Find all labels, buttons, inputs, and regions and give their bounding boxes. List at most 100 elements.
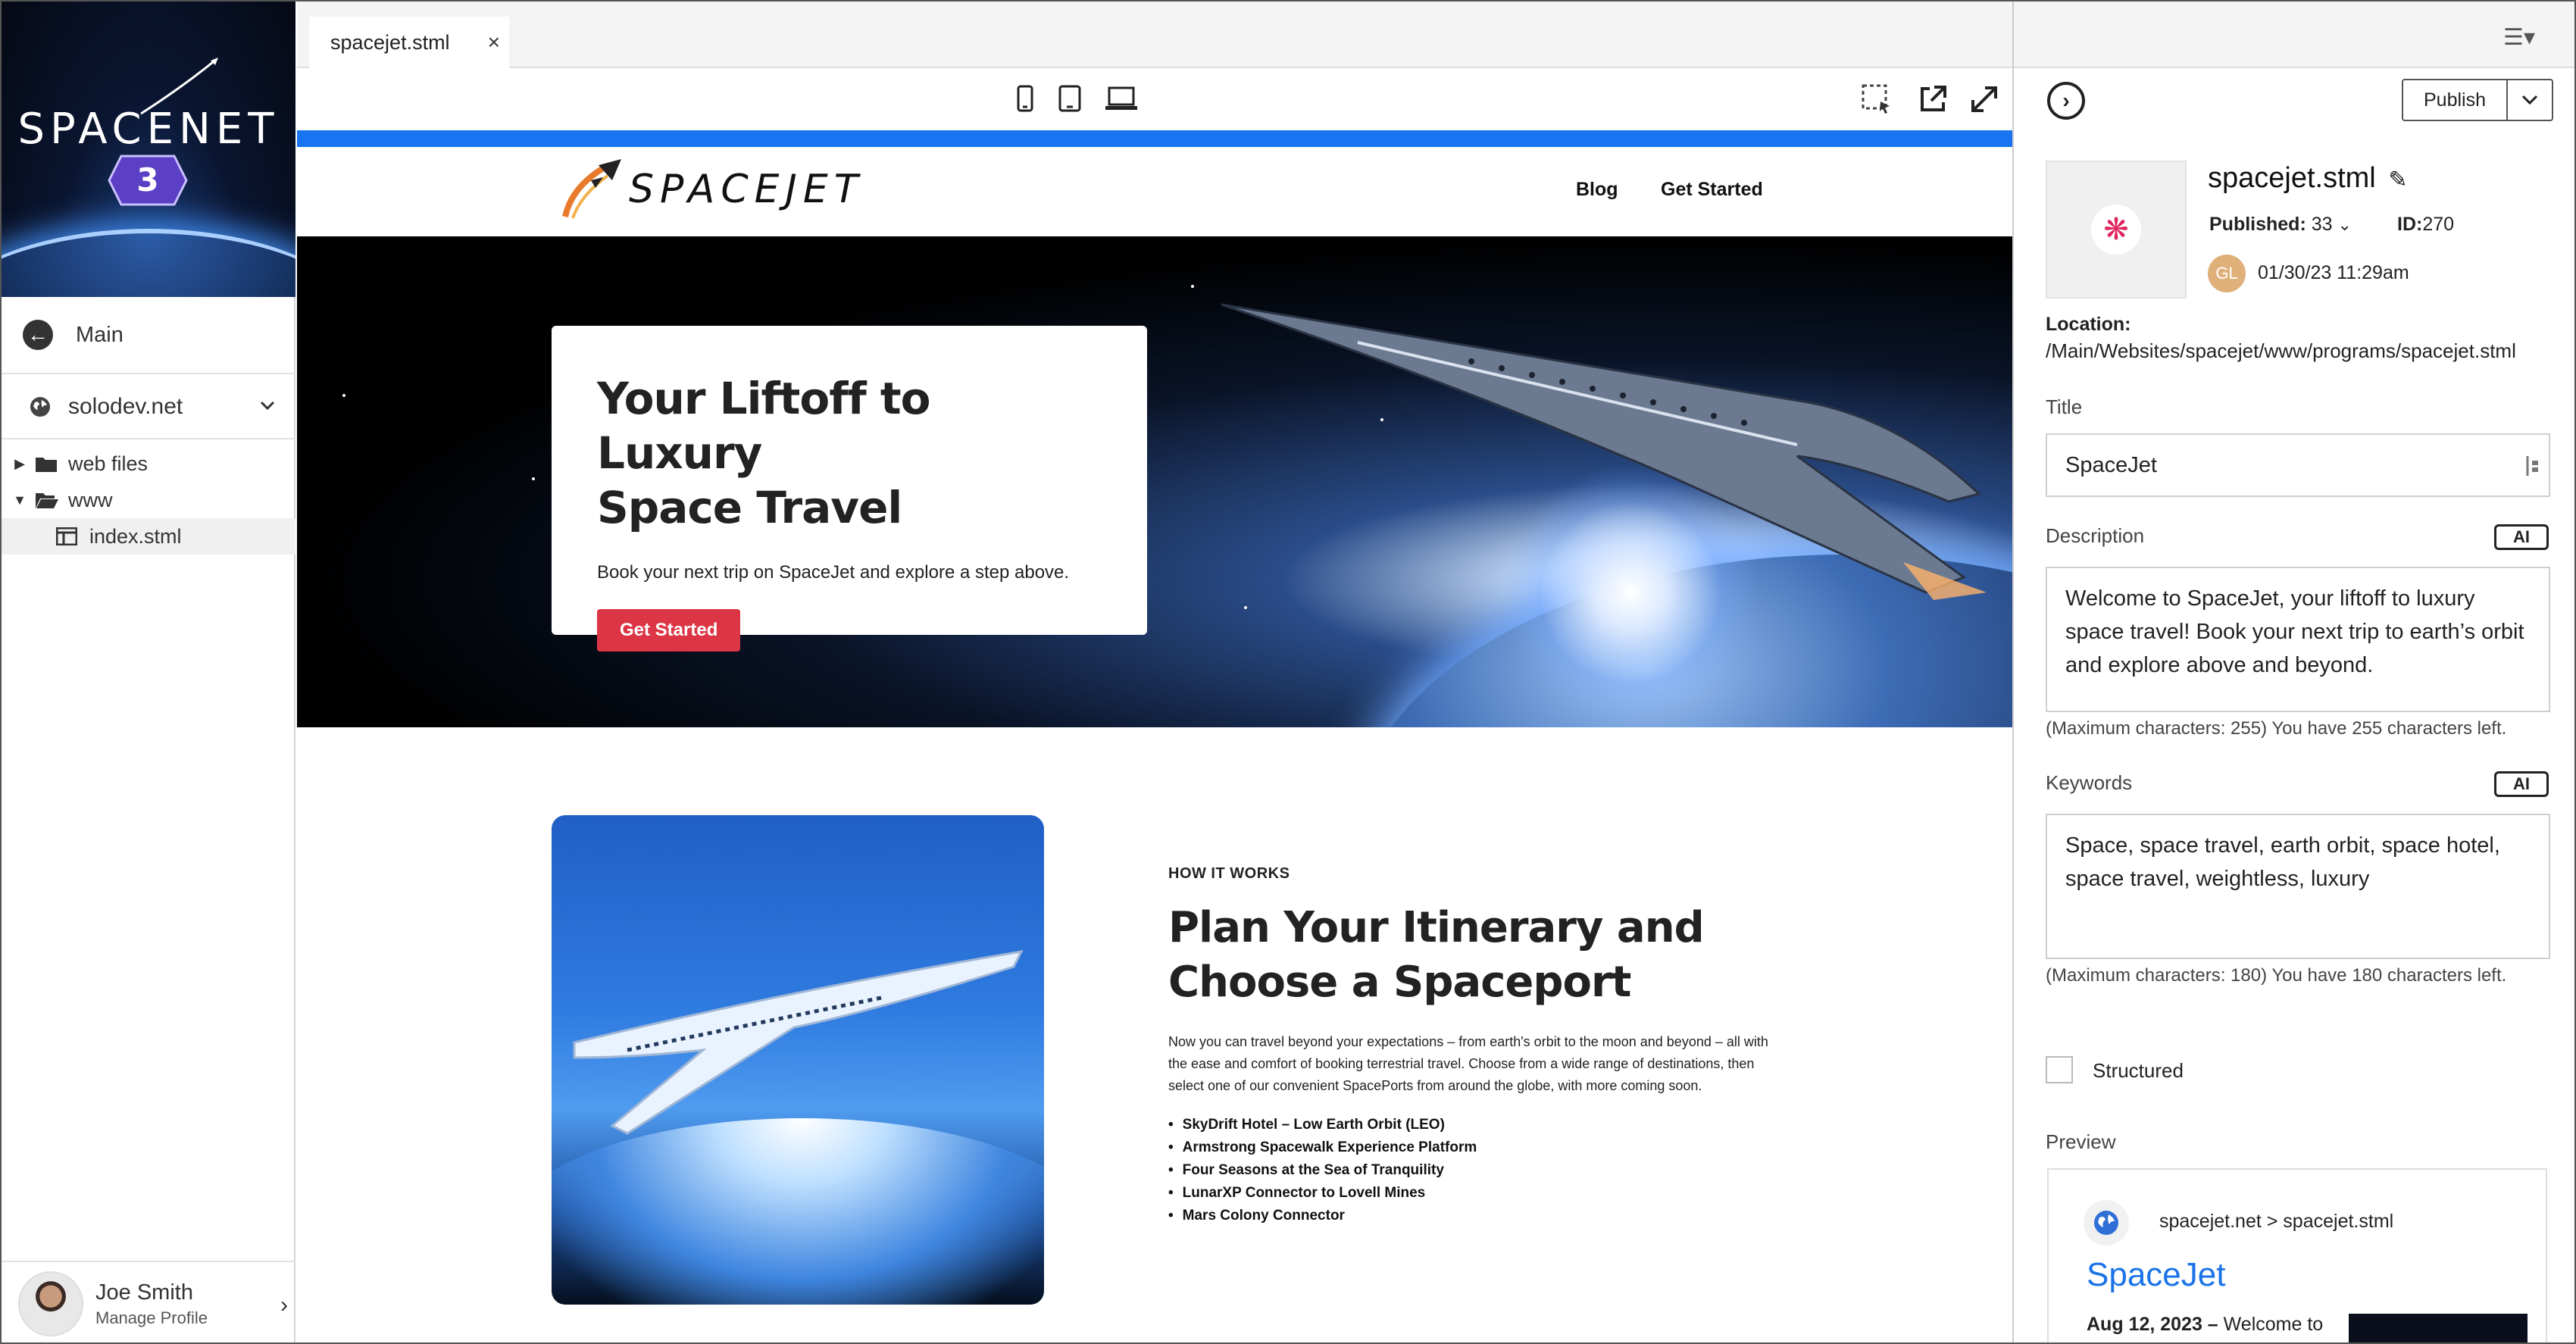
hero-get-started-button[interactable]: Get Started (597, 609, 741, 652)
structured-label: Structured (2093, 1059, 2184, 1082)
list-item: Mars Colony Connector (1168, 1205, 1790, 1227)
edit-pencil-icon[interactable]: ✎ (2388, 167, 2407, 192)
site-nav-get-started[interactable]: Get Started (1661, 179, 1763, 201)
hero-text: Book your next trip on SpaceJet and expl… (597, 562, 1070, 583)
tree-item-web-files[interactable]: ▶ web files (2, 445, 295, 482)
publish-split-button: Publish (2402, 79, 2553, 121)
site-selector-label: solodev.net (68, 394, 183, 419)
tree-item-label: www (68, 488, 113, 511)
caret-right-icon[interactable]: ▶ (11, 456, 29, 472)
manage-profile-link[interactable]: Manage Profile (95, 1308, 208, 1328)
preview-description: Aug 12, 2023 – Welcome to (2087, 1314, 2323, 1336)
app-window: SPACENET 3 ← Main solodev.net ▶ web file… (0, 0, 2576, 1344)
title-input-value: SpaceJet (2065, 453, 2157, 477)
nav-main-label: Main (76, 322, 123, 347)
preview-snippet: Welcome to (2218, 1314, 2324, 1335)
tree-item-www[interactable]: ▼ www (2, 482, 295, 518)
site-logo-text: SPACEJET (629, 167, 864, 212)
expand-icon (1971, 86, 1997, 112)
brand-badge-icon: 3 (108, 155, 188, 206)
nav-main-link[interactable]: ← Main (2, 297, 295, 374)
keywords-hint: (Maximum characters: 180) You have 180 c… (2046, 965, 2507, 986)
title-label: Title (2046, 395, 2083, 418)
site-nav-blog[interactable]: Blog (1576, 179, 1618, 201)
tablet-view-button[interactable] (1051, 82, 1089, 115)
left-sidebar: SPACENET 3 ← Main solodev.net ▶ web file… (2, 2, 295, 1342)
feature-title-line1: Plan Your Itinerary and (1168, 903, 1705, 952)
brand-banner: SPACENET 3 (2, 2, 295, 297)
profile-link[interactable]: Joe Smith Manage Profile › (2, 1261, 295, 1342)
chevron-down-icon (2521, 95, 2538, 105)
text-tool-icon (2526, 456, 2538, 476)
tree-item-label: web files (68, 452, 148, 475)
open-external-button[interactable] (1915, 82, 1950, 117)
feature-list: SkyDrift Hotel – Low Earth Orbit (LEO) A… (1168, 1114, 1790, 1227)
structured-checkbox[interactable] (2046, 1056, 2073, 1083)
external-link-icon (1921, 86, 1946, 111)
description-label: Description (2046, 524, 2145, 547)
feature-eyebrow: HOW IT WORKS (1168, 865, 1290, 882)
preview-title[interactable]: SpaceJet (2087, 1256, 2225, 1294)
tab-spacejet-stml[interactable]: spacejet.stml × (309, 17, 509, 68)
globe-icon (2084, 1200, 2129, 1246)
user-avatar: GL (2208, 255, 2246, 292)
brand-logo-text: SPACENET (17, 105, 280, 154)
tree-item-index-stml[interactable]: index.stml (2, 518, 295, 555)
list-item: LunarXP Connector to Lovell Mines (1168, 1182, 1790, 1205)
site-preview: SPACEJET Blog Get Started Your Liftoff t… (297, 147, 2012, 1342)
description-textarea[interactable]: Welcome to SpaceJet, your liftoff to lux… (2046, 567, 2550, 712)
mobile-view-button[interactable] (1006, 82, 1044, 115)
feature-section: HOW IT WORKS Plan Your Itinerary and Cho… (1168, 865, 1790, 1227)
publish-button[interactable]: Publish (2403, 80, 2508, 120)
tab-label: spacejet.stml (330, 30, 450, 54)
folder-icon (36, 458, 57, 472)
site-logo[interactable]: SPACEJET (558, 158, 864, 221)
planet-graphic (2, 229, 295, 297)
title-input[interactable]: SpaceJet (2046, 433, 2550, 497)
file-name-label: spacejet.stml (2208, 162, 2376, 194)
site-selector[interactable]: solodev.net (2, 376, 295, 439)
menu-dropdown-icon[interactable]: ☰▾ (2503, 24, 2535, 51)
select-region-button[interactable] (1859, 82, 1894, 117)
properties-panel: ☰▾ › Publish ❋ spacejet.stml ✎ Published… (2012, 2, 2574, 1342)
avatar (18, 1271, 83, 1336)
tree-item-label: index.stml (89, 524, 182, 548)
solodev-logo-icon: ❋ (2091, 205, 2141, 255)
globe-icon (30, 397, 50, 417)
feature-title-line2: Choose a Spaceport (1168, 958, 1631, 1007)
modified-date: 01/30/23 11:29am (2258, 262, 2409, 283)
desktop-view-button[interactable] (1102, 82, 1140, 115)
published-info[interactable]: Published: 33 ⌄ (2209, 214, 2352, 236)
editor-area: spacejet.stml × SPACEJET Blog Get Starte… (297, 2, 2012, 1342)
keywords-textarea[interactable]: Space, space travel, earth orbit, space … (2046, 814, 2550, 959)
feature-plane-image (552, 815, 1044, 1305)
page-layout-icon (56, 527, 77, 545)
laptop-icon (1105, 86, 1137, 110)
spacejet-plane-photo (573, 950, 1024, 1135)
publish-dropdown-button[interactable] (2508, 80, 2552, 120)
chevron-down-icon (260, 401, 275, 411)
profile-name: Joe Smith (95, 1280, 193, 1305)
hero-section: Your Liftoff to Luxury Space Travel Book… (297, 236, 2012, 727)
preview-date: Aug 12, 2023 – (2087, 1314, 2218, 1335)
id-value: 270 (2422, 214, 2455, 235)
back-arrow-icon: ← (23, 320, 53, 350)
collapse-panel-icon[interactable]: › (2047, 82, 2085, 120)
rocket-logo-icon (562, 159, 621, 219)
preview-label: Preview (2046, 1130, 2116, 1153)
ai-keywords-button[interactable]: AI (2494, 771, 2549, 797)
description-hint: (Maximum characters: 255) You have 255 c… (2046, 718, 2507, 739)
hero-card: Your Liftoff to Luxury Space Travel Book… (552, 326, 1147, 652)
feature-body: Now you can travel beyond your expectati… (1168, 1034, 1768, 1093)
id-label: ID: (2397, 214, 2423, 235)
location-path: /Main/Websites/spacejet/www/programs/spa… (2046, 339, 2516, 362)
search-preview-card: spacejet.net > spacejet.stml SpaceJet Au… (2047, 1168, 2547, 1342)
mobile-icon (1017, 85, 1033, 112)
list-item: SkyDrift Hotel – Low Earth Orbit (LEO) (1168, 1114, 1790, 1136)
file-name: spacejet.stml ✎ (2208, 162, 2407, 195)
caret-down-icon[interactable]: ▼ (11, 492, 29, 508)
close-tab-icon[interactable]: × (488, 30, 500, 55)
ai-description-button[interactable]: AI (2494, 524, 2549, 550)
list-item: Armstrong Spacewalk Experience Platform (1168, 1136, 1790, 1159)
fullscreen-button[interactable] (1967, 82, 2002, 117)
